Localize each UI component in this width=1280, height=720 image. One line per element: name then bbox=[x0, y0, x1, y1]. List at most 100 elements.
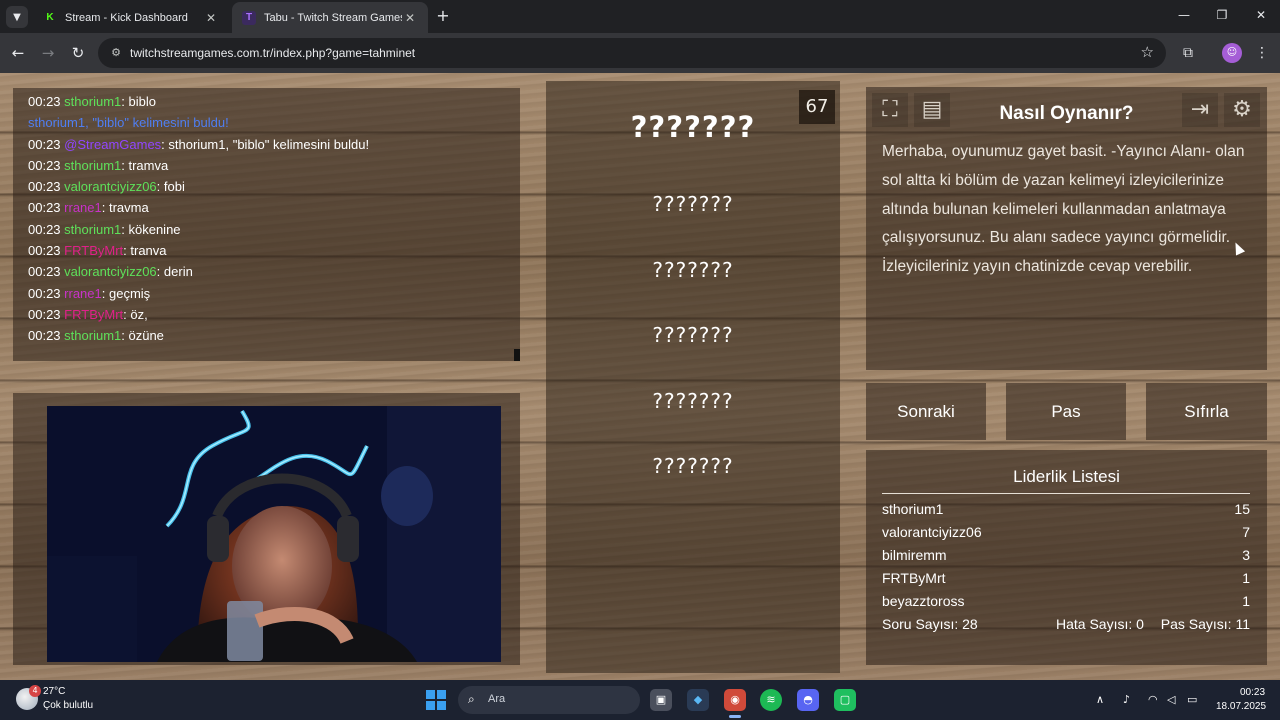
spotify-icon[interactable]: ≋ bbox=[760, 689, 782, 711]
browser-toolbar: ← → ↻ ⚙ twitchstreamgames.com.tr/index.p… bbox=[0, 33, 1280, 73]
chat-username[interactable]: sthorium1 bbox=[64, 158, 121, 173]
tab-tabu-game[interactable]: T Tabu - Twitch Stream Games ✕ bbox=[232, 2, 428, 33]
chat-message: 00:23 sthorium1: tramva bbox=[28, 155, 520, 176]
chat-separator: : bbox=[156, 264, 164, 280]
wifi-icon[interactable]: ◠ bbox=[1148, 693, 1158, 706]
chat-timestamp: 00:23 bbox=[28, 179, 61, 195]
chat-text: kökenine bbox=[128, 221, 181, 237]
chat-message: 00:23 rrane1: travma bbox=[28, 197, 520, 218]
chat-message: sthorium1, "biblo" kelimesini buldu! bbox=[28, 112, 520, 133]
chat-text: tranva bbox=[130, 243, 167, 259]
logout-icon[interactable]: ⇥ bbox=[1182, 93, 1218, 127]
taboo-word: ??????? bbox=[652, 389, 734, 413]
chat-timestamp: 00:23 bbox=[28, 306, 61, 322]
settings-gear-icon[interactable]: ⚙ bbox=[1224, 93, 1260, 127]
windows-taskbar bbox=[0, 680, 1280, 720]
tray-chevron-icon[interactable]: ∧ bbox=[1096, 693, 1104, 706]
weather-temperature[interactable]: 27°C bbox=[43, 686, 65, 697]
new-tab-button[interactable]: + bbox=[434, 7, 452, 25]
taboo-word: ??????? bbox=[652, 323, 734, 347]
chat-username[interactable]: FRTByMrt bbox=[64, 243, 123, 258]
pass-button[interactable]: Pas bbox=[1006, 383, 1126, 440]
chrome-icon[interactable]: ◉ bbox=[724, 689, 746, 711]
chat-username[interactable]: rrane1 bbox=[64, 200, 102, 215]
app-diamond-icon[interactable]: ◆ bbox=[687, 689, 709, 711]
chat-username[interactable]: @StreamGames bbox=[64, 137, 161, 152]
site-info-icon[interactable]: ⚙ bbox=[108, 45, 124, 61]
chat-username[interactable]: sthorium1 bbox=[64, 328, 121, 343]
chat-message: 00:23 FRTByMrt: tranva bbox=[28, 240, 520, 261]
discord-icon[interactable]: ◓ bbox=[797, 689, 819, 711]
chat-username[interactable]: valorantciyizz06 bbox=[64, 264, 157, 279]
chat-timestamp: 00:23 bbox=[28, 221, 61, 237]
minimize-icon[interactable]: — bbox=[1175, 8, 1193, 22]
game-page: 00:23 sthorium1: biblo sthorium1, "biblo"… bbox=[0, 73, 1280, 680]
battery-icon[interactable]: ▭ bbox=[1187, 693, 1197, 706]
chat-message: 00:23 @StreamGames: sthorium1, "biblo" k… bbox=[28, 134, 520, 155]
chat-text: travma bbox=[108, 200, 149, 216]
target-word: ??????? bbox=[630, 110, 756, 144]
player-name: bilmiremm bbox=[882, 547, 947, 563]
extensions-icon[interactable]: ⧉ bbox=[1178, 43, 1198, 63]
chat-timestamp: 00:23 bbox=[28, 285, 61, 301]
search-icon: ⌕ bbox=[468, 692, 475, 706]
chat-message: 00:23 sthorium1: özüne bbox=[28, 325, 520, 346]
weather-description[interactable]: Çok bulutlu bbox=[43, 700, 93, 711]
chat-message: 00:23 sthorium1: kökenine bbox=[28, 219, 520, 240]
chat-message: 00:23 FRTByMrt: öz, bbox=[28, 304, 520, 325]
clock-time[interactable]: 00:23 bbox=[1240, 687, 1265, 698]
reload-icon[interactable]: ↻ bbox=[68, 43, 88, 63]
chat-text: biblo bbox=[128, 94, 156, 109]
taboo-word: ??????? bbox=[652, 454, 734, 478]
chat-text: tramva bbox=[128, 157, 169, 173]
app-green-icon[interactable]: ▢ bbox=[834, 689, 856, 711]
maximize-icon[interactable]: ❐ bbox=[1213, 8, 1231, 22]
help-text: Merhaba, oyunumuz gayet basit. -Yayıncı … bbox=[882, 143, 1245, 276]
player-score: 1 bbox=[1242, 593, 1250, 609]
address-bar[interactable]: ⚙ twitchstreamgames.com.tr/index.php?gam… bbox=[98, 38, 1166, 68]
leaderboard-row: valorantciyizz06 7 bbox=[882, 524, 1250, 540]
task-view-icon[interactable]: ▣ bbox=[650, 689, 672, 711]
url-text[interactable]: twitchstreamgames.com.tr/index.php?game=… bbox=[130, 46, 415, 60]
weather-badge: 4 bbox=[29, 685, 41, 697]
forward-icon[interactable]: → bbox=[38, 43, 58, 63]
chat-timestamp: 00:23 bbox=[28, 200, 61, 216]
back-icon[interactable]: ← bbox=[8, 43, 28, 63]
chat-username[interactable]: rrane1 bbox=[64, 286, 102, 301]
player-score: 1 bbox=[1242, 570, 1250, 586]
volume-icon[interactable]: ◁ bbox=[1167, 693, 1175, 706]
chat-scroll-marker[interactable] bbox=[514, 349, 520, 361]
pass-count: Pas Sayısı: 11 bbox=[1160, 616, 1250, 632]
windows-start-icon[interactable] bbox=[426, 690, 446, 710]
profile-avatar-icon[interactable]: ☺ bbox=[1222, 43, 1242, 63]
bookmark-star-icon[interactable]: ☆ bbox=[1141, 43, 1154, 61]
word-card-panel bbox=[546, 81, 840, 673]
chat-message: 00:23 valorantciyizz06: fobi bbox=[28, 176, 520, 197]
next-button[interactable]: Sonraki bbox=[866, 383, 986, 440]
leaderboard-row: FRTByMrt 1 bbox=[882, 570, 1250, 586]
chat-username[interactable]: sthorium1, bbox=[28, 115, 92, 130]
taskbar-search[interactable]: ⌕ Ara bbox=[458, 686, 640, 714]
chat-timestamp: 00:23 bbox=[28, 94, 61, 109]
chat-username[interactable]: sthorium1 bbox=[64, 222, 121, 237]
tab-kick-dashboard[interactable]: K Stream - Kick Dashboard ✕ bbox=[33, 2, 229, 33]
chat-username[interactable]: valorantciyizz06 bbox=[64, 179, 157, 194]
tab-search-button[interactable]: ▼ bbox=[6, 6, 28, 28]
taboo-word: ??????? bbox=[652, 258, 734, 282]
tab-strip: ▼ K Stream - Kick Dashboard ✕ T Tabu - T… bbox=[0, 0, 1280, 33]
chat-username[interactable]: FRTByMrt bbox=[64, 307, 123, 322]
twitch-favicon-icon: T bbox=[242, 10, 256, 25]
close-tab-icon[interactable]: ✕ bbox=[402, 11, 418, 25]
tab-title: Stream - Kick Dashboard bbox=[65, 11, 188, 24]
reset-button[interactable]: Sıfırla bbox=[1146, 383, 1267, 440]
leaderboard-title: Liderlik Listesi bbox=[1013, 467, 1120, 486]
taboo-word: ??????? bbox=[652, 192, 734, 216]
chat-text: fobi bbox=[163, 179, 185, 195]
player-score: 3 bbox=[1242, 547, 1250, 563]
clock-date[interactable]: 18.07.2025 bbox=[1216, 701, 1266, 712]
microphone-icon[interactable]: ♪ bbox=[1123, 693, 1130, 706]
close-window-icon[interactable]: ✕ bbox=[1252, 8, 1270, 22]
close-tab-icon[interactable]: ✕ bbox=[203, 11, 219, 25]
menu-kebab-icon[interactable]: ⋮ bbox=[1252, 43, 1272, 63]
chat-username[interactable]: sthorium1 bbox=[64, 94, 121, 109]
